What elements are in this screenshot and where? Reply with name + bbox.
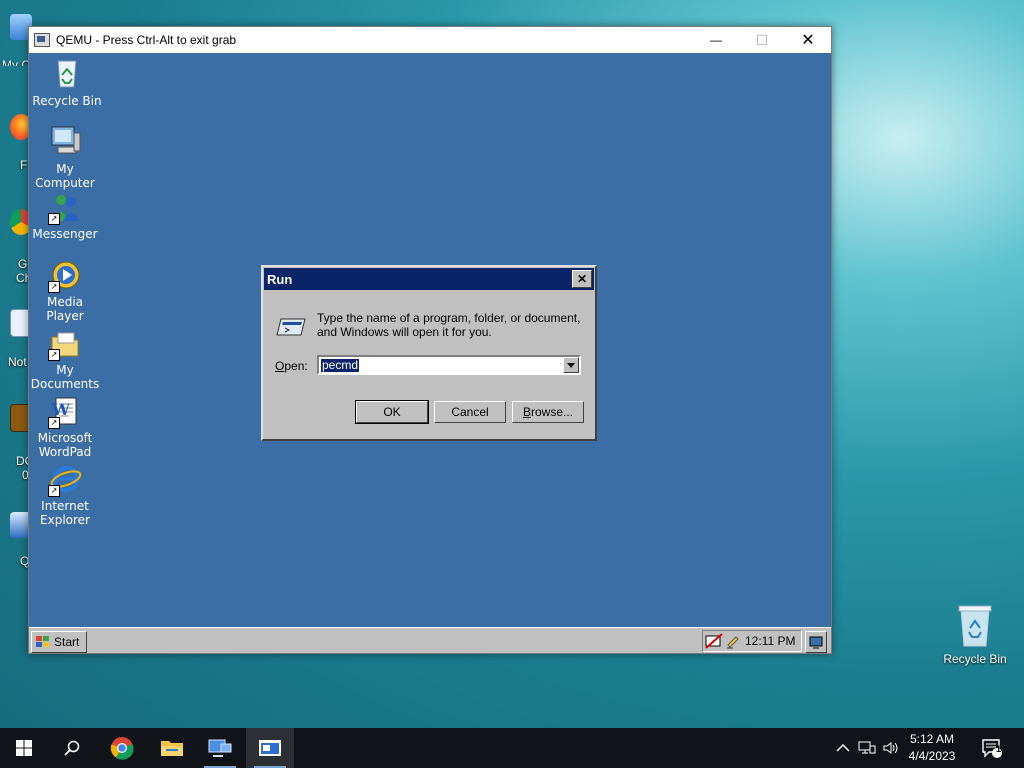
open-label-rest: pen:: [284, 359, 308, 373]
search-icon: [64, 740, 80, 756]
qemu-minimize-button[interactable]: —: [693, 27, 739, 53]
ok-button[interactable]: OK: [355, 400, 429, 424]
guest-icon-recycle-bin[interactable]: Recycle Bin: [29, 55, 105, 108]
run-dialog-description: Type the name of a program, folder, or d…: [317, 311, 581, 339]
run-icon: [276, 318, 306, 336]
network-icon[interactable]: [858, 740, 876, 756]
host-system-tray: [836, 728, 900, 768]
cancel-button-label: Cancel: [451, 405, 489, 419]
qemu-window[interactable]: QEMU - Press Ctrl-Alt to exit grab — ☐ ✕…: [28, 26, 832, 654]
host-icon-label: F: [20, 158, 28, 172]
qemu-window-icon: [34, 33, 50, 47]
host-taskbar-chrome[interactable]: [98, 728, 146, 768]
host-icon-label: G: [18, 257, 28, 271]
host-icon-label: Not: [8, 355, 27, 369]
host-recycle-bin-label: Recycle Bin: [943, 652, 1007, 666]
host-taskbar-qemu[interactable]: [246, 728, 294, 768]
guest-start-button[interactable]: Start: [31, 631, 87, 653]
language-pen-icon[interactable]: [725, 633, 741, 649]
open-combobox[interactable]: pecmd: [317, 355, 581, 375]
maximize-icon: ☐: [755, 31, 769, 48]
run-dialog-title: Run: [267, 271, 293, 287]
recycle-bin-icon: [958, 605, 992, 647]
host-start-button[interactable]: [0, 728, 48, 768]
host-clock-time: 5:12 AM: [909, 732, 955, 746]
guest-icon-label: My Documents: [30, 363, 100, 391]
guest-icon-label: Recycle Bin: [32, 94, 102, 108]
windows-logo-icon: [16, 740, 32, 756]
qemu-maximize-button[interactable]: ☐: [739, 27, 785, 53]
guest-icon-my-documents[interactable]: ↗ My Documents: [29, 327, 103, 391]
guest-icon-wordpad[interactable]: W ↗ Microsoft WordPad: [29, 395, 103, 459]
close-icon: ✕: [801, 32, 815, 49]
shortcut-arrow-icon: ↗: [48, 213, 60, 225]
guest-icon-label: Media Player: [46, 295, 84, 323]
guest-icon-media-player[interactable]: ↗ Media Player: [29, 259, 103, 323]
host-clock-date: 4/4/2023: [908, 749, 956, 763]
guest-start-label: Start: [54, 635, 80, 649]
shortcut-arrow-icon: ↗: [48, 349, 60, 361]
shortcut-arrow-icon: ↗: [48, 281, 60, 293]
browse-button[interactable]: Browse...: [512, 401, 584, 423]
guest-taskbar: Start 12:11 PM: [29, 627, 831, 653]
guest-icon-label: Messenger: [32, 227, 98, 241]
guest-icon-internet-explorer[interactable]: ↗ Internet Explorer: [29, 463, 103, 527]
qemu-close-button[interactable]: ✕: [785, 27, 831, 53]
open-label-accesskey: O: [275, 359, 285, 373]
qemu-title-text: QEMU - Press Ctrl-Alt to exit grab: [56, 33, 237, 47]
host-clock[interactable]: 5:12 AM 4/4/2023: [896, 731, 968, 765]
host-icon-label: My C: [2, 58, 30, 66]
guest-clock[interactable]: 12:11 PM: [745, 634, 795, 648]
guest-icon-messenger[interactable]: ↗ Messenger: [29, 191, 103, 241]
cancel-button[interactable]: Cancel: [434, 401, 506, 423]
shortcut-arrow-icon: ↗: [48, 417, 60, 429]
windows-flag-icon: [36, 636, 49, 647]
run-dialog-title-bar[interactable]: Run ✕: [264, 268, 594, 290]
guest-icon-label: My Computer: [35, 162, 95, 190]
host-taskbar-network-app[interactable]: [196, 728, 244, 768]
guest-system-tray: 12:11 PM: [702, 630, 802, 652]
shortcut-arrow-icon: ↗: [48, 485, 60, 497]
recycle-bin-icon: [57, 60, 77, 88]
desktop-icon: [809, 636, 823, 649]
guest-show-desktop-button[interactable]: [805, 631, 827, 653]
browse-button-label: rowse...: [531, 405, 574, 419]
folder-icon: [161, 741, 183, 756]
minimize-icon: —: [710, 33, 722, 47]
qemu-window-icon: [259, 740, 281, 756]
open-input-value[interactable]: pecmd: [321, 359, 360, 372]
guest-icon-label: Internet Explorer: [40, 499, 90, 527]
close-icon: ✕: [576, 272, 588, 286]
notification-count-badge: 1: [996, 744, 1002, 754]
host-notifications-button[interactable]: 1: [970, 728, 1014, 768]
host-desktop-icon-recycle-bin[interactable]: Recycle Bin: [943, 600, 1007, 666]
host-taskbar-file-explorer[interactable]: [148, 728, 196, 768]
chrome-icon: [110, 737, 134, 760]
run-dialog-close-button[interactable]: ✕: [572, 270, 592, 288]
browse-accesskey: B: [522, 405, 531, 419]
guest-icon-my-computer[interactable]: My Computer: [29, 123, 103, 190]
guest-icon-label: Microsoft WordPad: [37, 431, 93, 459]
chevron-down-icon: [567, 362, 575, 368]
computer-icon: [51, 126, 81, 154]
ok-button-label: OK: [383, 405, 401, 419]
guest-desktop[interactable]: Recycle Bin My Computer ↗ Messenger ↗ Me…: [29, 53, 831, 653]
monitor-icon: [208, 739, 232, 757]
open-label: Open:: [275, 359, 308, 373]
chevron-up-icon[interactable]: [836, 743, 850, 753]
host-taskbar: 5:12 AM 4/4/2023 1: [0, 728, 1024, 768]
open-dropdown-button[interactable]: [563, 357, 579, 373]
network-disconnected-icon[interactable]: [705, 633, 723, 649]
host-search-button[interactable]: [48, 728, 96, 768]
run-dialog[interactable]: Run ✕ Type the name of a program, folder…: [261, 265, 597, 441]
